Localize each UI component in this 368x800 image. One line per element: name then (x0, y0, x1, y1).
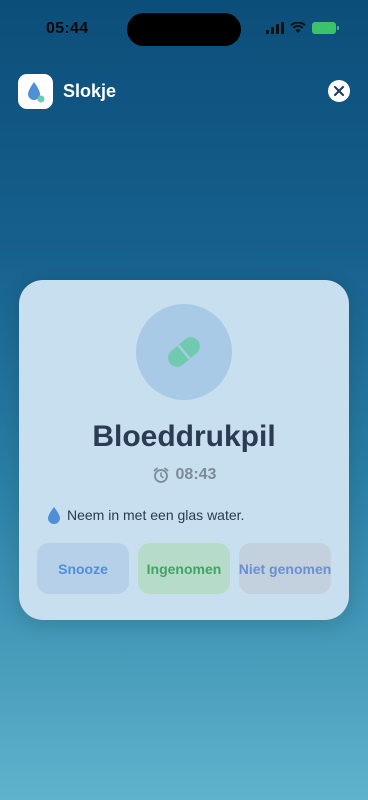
battery-icon (312, 22, 339, 34)
dynamic-island (127, 13, 241, 46)
app-name: Slokje (63, 81, 117, 101)
reminder-time: 08:43 (19, 466, 349, 484)
water-drop-icon (48, 507, 60, 524)
app-icon (18, 74, 53, 109)
signal-icon (266, 22, 284, 34)
close-button[interactable] (328, 80, 350, 102)
reminder-time-text: 08:43 (175, 466, 217, 483)
taken-button[interactable]: Ingenomen (138, 543, 230, 594)
status-icons (266, 22, 339, 34)
wifi-icon (290, 22, 306, 33)
medication-title: Bloeddrukpil (92, 420, 276, 453)
close-icon (334, 86, 344, 96)
status-time: 05:44 (46, 20, 89, 37)
pill-badge (136, 304, 232, 400)
action-buttons: Snooze Ingenomen Niet genomen (37, 543, 331, 594)
app-header: Slokje (18, 74, 350, 109)
pill-icon (168, 337, 200, 367)
alarm-clock-icon (153, 467, 168, 483)
not-taken-button[interactable]: Niet genomen (239, 543, 331, 594)
instruction-text: Neem in met een glas water. (67, 507, 245, 523)
medication-card: Bloeddrukpil 08:43 Neem in met een glas … (19, 280, 349, 620)
water-drop-icon (27, 81, 44, 102)
status-bar: 05:44 (0, 0, 368, 60)
snooze-button[interactable]: Snooze (37, 543, 129, 594)
instruction-note: Neem in met een glas water. (47, 506, 244, 524)
